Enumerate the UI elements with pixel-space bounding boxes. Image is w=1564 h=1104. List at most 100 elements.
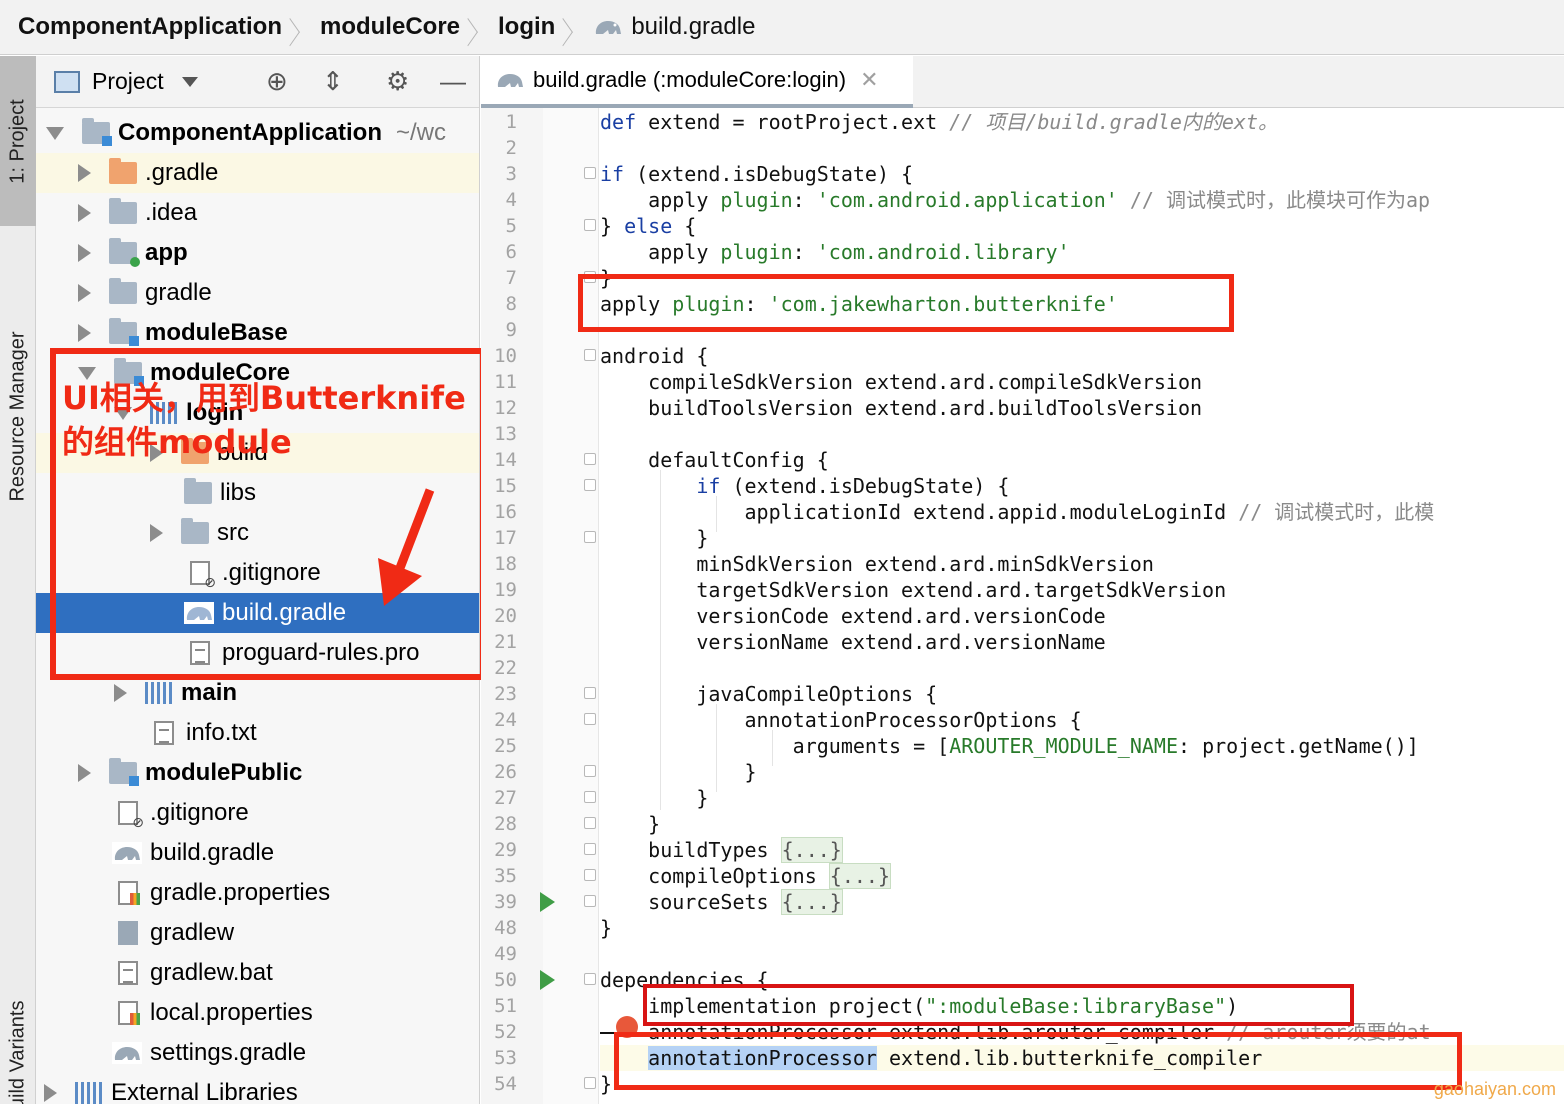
expand-arrow-icon[interactable] [78, 204, 91, 222]
code-keyword: if [600, 162, 625, 186]
tree-item-gradle-properties[interactable]: gradle.properties [36, 873, 479, 913]
tree-item-label: .gradle [145, 159, 219, 186]
tree-item-modulepublic[interactable]: modulePublic [36, 753, 479, 793]
fold-marker-icon[interactable] [584, 843, 596, 855]
code-line-39: sourceSets {...} [600, 889, 843, 915]
code-text: sourceSets [600, 890, 781, 914]
editor-tab-build-gradle[interactable]: build.gradle (:moduleCore:login) ✕ [481, 56, 913, 108]
annotation-box-plugin [578, 274, 1234, 332]
tree-item-modulebase[interactable]: moduleBase [36, 313, 479, 353]
expand-arrow-icon[interactable] [114, 684, 127, 702]
tree-item-gradle[interactable]: gradle [36, 273, 479, 313]
folded-block[interactable]: {...} [780, 889, 843, 915]
chevron-down-icon[interactable] [181, 76, 198, 87]
minimize-icon[interactable]: — [440, 66, 466, 97]
code-line-11: compileSdkVersion extend.ard.compileSdkV… [600, 370, 1203, 394]
breadcrumb-item-file[interactable]: build.gradle [593, 13, 755, 41]
fold-marker-icon[interactable] [584, 791, 596, 803]
line-number: 15 [494, 475, 517, 497]
close-icon[interactable]: ✕ [860, 67, 878, 93]
code-line-16: applicationId extend.appid.moduleLoginId… [600, 499, 1434, 525]
resource-manager-tab[interactable]: Resource Manager [0, 301, 36, 531]
expand-arrow-icon[interactable] [78, 164, 91, 182]
project-view-selector[interactable]: Project [92, 68, 164, 95]
tree-item-root-gitignore[interactable]: .gitignore [36, 793, 479, 833]
fold-marker-icon[interactable] [584, 1077, 596, 1089]
tree-item-root-build-gradle[interactable]: build.gradle [36, 833, 479, 873]
fold-marker-icon[interactable] [584, 973, 596, 985]
editor-tab-label: build.gradle (:moduleCore:login) [533, 67, 847, 92]
fold-marker-icon[interactable] [584, 869, 596, 881]
code-line-20: versionCode extend.ard.versionCode [600, 604, 1106, 628]
breadcrumb-item-project[interactable]: ComponentApplication [18, 13, 282, 41]
tree-item-gradlew-bat[interactable]: gradlew.bat [36, 953, 479, 993]
fold-marker-icon[interactable] [584, 219, 596, 231]
fold-marker-icon[interactable] [584, 167, 596, 179]
gear-icon[interactable]: ⚙ [386, 66, 409, 97]
code-line-5: } else { [600, 213, 696, 239]
tree-item-settings-gradle[interactable]: settings.gradle [36, 1033, 479, 1073]
tree-item-gradlew[interactable]: gradlew [36, 913, 479, 953]
tree-item-root[interactable]: ComponentApplication ~/wc [36, 113, 479, 153]
code-line-6: apply plugin: 'com.android.library' [600, 239, 1070, 265]
fold-marker-icon[interactable] [584, 453, 596, 465]
tree-item-label: ComponentApplication [118, 119, 382, 146]
project-panel-header: Project ⊕ ⇕ ⚙ — [36, 56, 479, 108]
run-gutter-icon[interactable] [540, 892, 555, 912]
code-keyword: else [624, 214, 673, 238]
fold-marker-icon[interactable] [584, 531, 596, 543]
tree-item-label: .idea [145, 199, 198, 226]
code-line-27: } [600, 786, 709, 810]
code-line-29: buildTypes {...} [600, 837, 843, 863]
expand-arrow-icon[interactable] [78, 764, 91, 782]
line-number: 27 [494, 787, 517, 809]
breadcrumb-item-submodule[interactable]: login [498, 13, 555, 41]
project-tool-tab[interactable]: 1: Project [0, 56, 36, 226]
expand-arrow-icon[interactable] [46, 126, 64, 140]
tree-item-idea[interactable]: .idea [36, 193, 479, 233]
fold-marker-icon[interactable] [584, 713, 596, 725]
fold-marker-icon[interactable] [584, 895, 596, 907]
expand-arrow-icon[interactable] [78, 244, 91, 262]
code-text: : [792, 188, 817, 212]
fold-marker-icon[interactable] [584, 479, 596, 491]
line-number: 6 [505, 241, 517, 263]
tool-window-strip: 1: Project Resource Manager Build Varian… [0, 56, 36, 1104]
code-text: buildTypes [600, 838, 781, 862]
properties-file-icon [118, 1001, 140, 1025]
code-string: 'com.android.library' [816, 240, 1070, 264]
tree-item-dot-gradle[interactable]: .gradle [36, 153, 479, 193]
fold-marker-icon[interactable] [584, 687, 596, 699]
tree-item-external-libraries[interactable]: External Libraries [36, 1073, 479, 1104]
tree-item-label: .gitignore [150, 799, 249, 826]
project-view-icon [54, 70, 80, 93]
fold-marker-icon[interactable] [584, 765, 596, 777]
fold-marker-icon[interactable] [584, 349, 596, 361]
tree-item-label: moduleBase [145, 319, 288, 346]
line-number: 12 [494, 397, 517, 419]
locate-target-icon[interactable]: ⊕ [266, 66, 288, 97]
line-number: 35 [494, 865, 517, 887]
folded-block[interactable]: {...} [780, 837, 843, 863]
fold-marker-icon[interactable] [584, 817, 596, 829]
tree-item-local-properties[interactable]: local.properties [36, 993, 479, 1033]
line-number: 49 [494, 943, 517, 965]
line-number: 9 [505, 319, 517, 341]
line-number: 26 [494, 761, 517, 783]
collapse-all-icon[interactable]: ⇕ [322, 66, 344, 97]
build-variants-tab[interactable]: Build Variants [0, 986, 36, 1104]
tree-item-info-txt[interactable]: info.txt [36, 713, 479, 753]
gitignore-file-icon [118, 801, 144, 831]
line-number: 52 [494, 1021, 517, 1043]
expand-arrow-icon[interactable] [44, 1084, 57, 1102]
expand-arrow-icon[interactable] [78, 324, 91, 342]
code-comment: // 调试模式时，此模 [1238, 500, 1435, 524]
folded-block[interactable]: {...} [828, 863, 891, 889]
code-comment: // 项目/build.gradle内的ext。 [949, 110, 1278, 134]
tree-item-app[interactable]: app [36, 233, 479, 273]
tree-item-label: build.gradle [150, 839, 275, 866]
breadcrumb-item-module[interactable]: moduleCore [320, 13, 460, 41]
run-gutter-icon[interactable] [540, 970, 555, 990]
line-number: 24 [494, 709, 517, 731]
expand-arrow-icon[interactable] [78, 284, 91, 302]
